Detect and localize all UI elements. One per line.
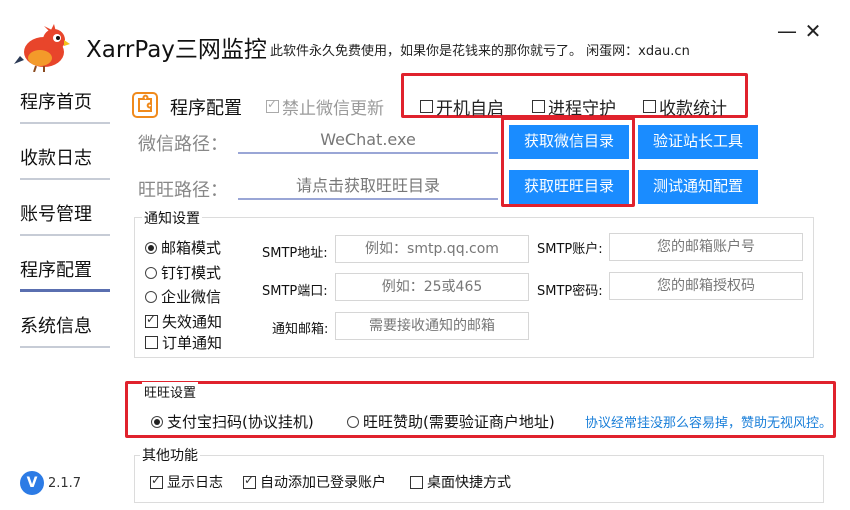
autostart-checkbox[interactable]: 开机自启 [420,94,504,119]
payment-stats-checkbox[interactable]: 收款统计 [643,94,727,119]
mode-email-radio[interactable]: 邮箱模式 [145,237,221,258]
smtp-port-input[interactable]: 例如：25或465 [335,273,529,301]
wangwang-path-field[interactable]: 请点击获取旺旺目录 [238,172,498,200]
show-log-checkbox[interactable]: 显示日志 [150,472,223,492]
wangwang-path-label: 旺旺路径： [138,180,228,201]
mode-email-label: 邮箱模式 [161,239,222,257]
radio-dot [347,415,359,428]
close-button[interactable]: ✕ [800,18,826,44]
sidebar-item-home[interactable]: 程序首页 [20,86,110,124]
smtp-host-label: SMTP地址: [262,246,328,261]
sidebar-item-accounts[interactable]: 账号管理 [20,198,110,236]
smtp-account-input[interactable]: 您的邮箱账户号 [609,233,803,261]
order-notify-label: 订单通知 [162,334,223,352]
alipay-scan-radio[interactable]: 支付宝扫码(协议挂机) [151,411,314,432]
wangwang-sponsor-label: 旺旺赞助(需要验证商户地址) [363,413,555,431]
wangwang-sponsor-radio[interactable]: 旺旺赞助(需要验证商户地址) [347,411,555,432]
radio-dot [145,266,157,279]
disable-update-label: 禁止微信更新 [282,99,384,119]
checkbox-box [532,100,545,113]
smtp-host-input[interactable]: 例如：smtp.qq.com [335,235,529,263]
other-functions-legend: 其他功能 [140,445,200,465]
section-title: 程序配置 [170,98,242,119]
checkbox-box [266,97,279,113]
mode-dingtalk-radio[interactable]: 钉钉模式 [145,262,221,283]
checkbox-box [145,336,158,349]
version-badge-icon: V [20,471,44,495]
minimize-button[interactable]: — [774,18,800,44]
notify-email-label: 通知邮箱: [272,322,329,337]
version-text: 2.1.7 [48,476,82,491]
disable-update-checkbox[interactable]: 禁止微信更新 [266,94,384,119]
puzzle-icon [132,92,158,118]
radio-dot [145,290,157,303]
checkbox-box [643,100,656,113]
get-wechat-dir-button[interactable]: 获取微信目录 [509,125,629,159]
fail-notify-checkbox[interactable]: 失效通知 [145,311,222,332]
show-log-label: 显示日志 [167,475,223,491]
checkbox-box [150,473,163,489]
order-notify-checkbox[interactable]: 订单通知 [145,332,222,353]
verify-tool-button[interactable]: 验证站长工具 [638,125,758,159]
alipay-scan-label: 支付宝扫码(协议挂机) [167,413,314,431]
autostart-label: 开机自启 [436,99,504,119]
wechat-path-label: 微信路径： [138,134,228,155]
bird-logo-icon [14,24,70,72]
smtp-password-input[interactable]: 您的邮箱授权码 [609,272,803,300]
sidebar-item-config[interactable]: 程序配置 [20,254,110,292]
mode-wework-radio[interactable]: 企业微信 [145,286,221,307]
get-wangwang-dir-button[interactable]: 获取旺旺目录 [509,170,629,204]
desktop-shortcut-checkbox[interactable]: 桌面快捷方式 [410,472,511,492]
sidebar-item-system-info[interactable]: 系统信息 [20,310,110,348]
checkbox-box [145,312,158,328]
process-guard-label: 进程守护 [548,99,616,119]
wechat-path-field[interactable]: WeChat.exe [238,126,498,154]
app-subtitle: 此软件永久免费使用，如果你是花钱来的那你就亏了。 闲蛋网：xdau.cn [270,44,690,59]
checkbox-box [420,100,433,113]
desktop-shortcut-label: 桌面快捷方式 [427,475,511,491]
radio-dot [151,415,163,428]
checkbox-box [243,473,256,489]
wangwang-note: 协议经常挂没那么容易掉，赞助无视风控。 [585,416,833,431]
radio-dot [145,241,157,254]
smtp-port-label: SMTP端口: [262,284,328,299]
smtp-password-label: SMTP密码: [537,284,603,299]
notify-settings-legend: 通知设置 [142,208,202,228]
test-notify-button[interactable]: 测试通知配置 [638,170,758,204]
auto-add-label: 自动添加已登录账户 [260,475,386,491]
smtp-account-label: SMTP账户: [537,242,603,257]
fail-notify-label: 失效通知 [162,313,223,331]
auto-add-checkbox[interactable]: 自动添加已登录账户 [243,472,386,492]
app-title: XarrPay三网监控 [86,37,267,63]
mode-dingtalk-label: 钉钉模式 [161,264,222,282]
mode-wework-label: 企业微信 [161,288,222,306]
wangwang-settings-legend: 旺旺设置 [142,382,199,401]
notify-email-input[interactable]: 需要接收通知的邮箱 [335,312,529,340]
payment-stats-label: 收款统计 [659,99,727,119]
process-guard-checkbox[interactable]: 进程守护 [532,94,616,119]
sidebar-item-payment-log[interactable]: 收款日志 [20,142,110,180]
checkbox-box [410,475,423,489]
